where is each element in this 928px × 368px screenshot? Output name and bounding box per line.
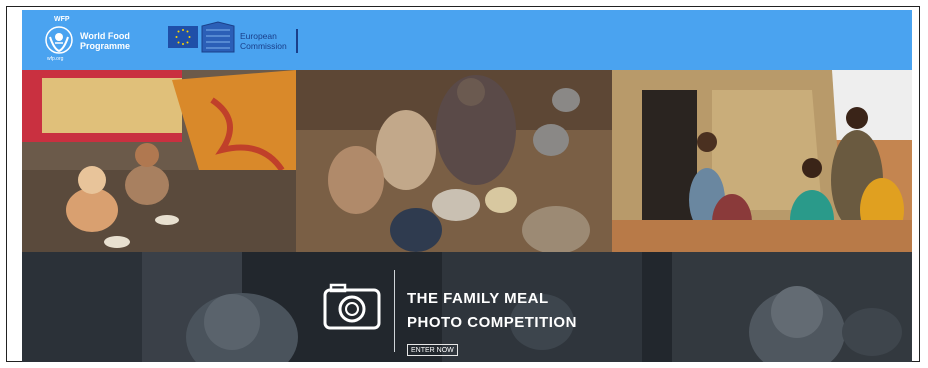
family-outside-hut-photo — [612, 70, 912, 252]
background-photo-darkened — [22, 252, 912, 362]
competition-banner[interactable]: THE FAMILY MEAL PHOTO COMPETITION ENTER … — [22, 252, 912, 362]
wfp-name: World Food Programme — [80, 31, 131, 51]
title-divider — [394, 270, 395, 352]
ec-divider — [296, 29, 298, 53]
photo-strip — [22, 70, 912, 252]
european-commission-logo[interactable]: European Commission — [168, 18, 308, 62]
competition-title-line-1: THE FAMILY MEAL — [407, 290, 549, 307]
wfp-url: wfp.org — [47, 56, 64, 62]
wfp-logo[interactable]: WFP wfp.org World Food Programme — [44, 16, 144, 64]
family-meal-banner: WFP wfp.org World Food Programme Europea… — [22, 10, 912, 362]
wfp-acronym: WFP — [54, 16, 70, 23]
camera-icon — [323, 283, 381, 330]
ec-building-icon — [201, 21, 235, 53]
eu-flag-icon — [168, 26, 198, 48]
children-eating-on-floor-photo — [22, 70, 296, 252]
ec-name: European Commission — [240, 31, 287, 51]
family-sharing-meal-photo — [296, 70, 612, 252]
wfp-wreath-icon — [45, 26, 73, 54]
partner-logo-bar: WFP wfp.org World Food Programme Europea… — [22, 10, 912, 70]
competition-title-line-2: PHOTO COMPETITION — [407, 314, 577, 331]
enter-now-button[interactable]: ENTER NOW — [407, 344, 458, 356]
